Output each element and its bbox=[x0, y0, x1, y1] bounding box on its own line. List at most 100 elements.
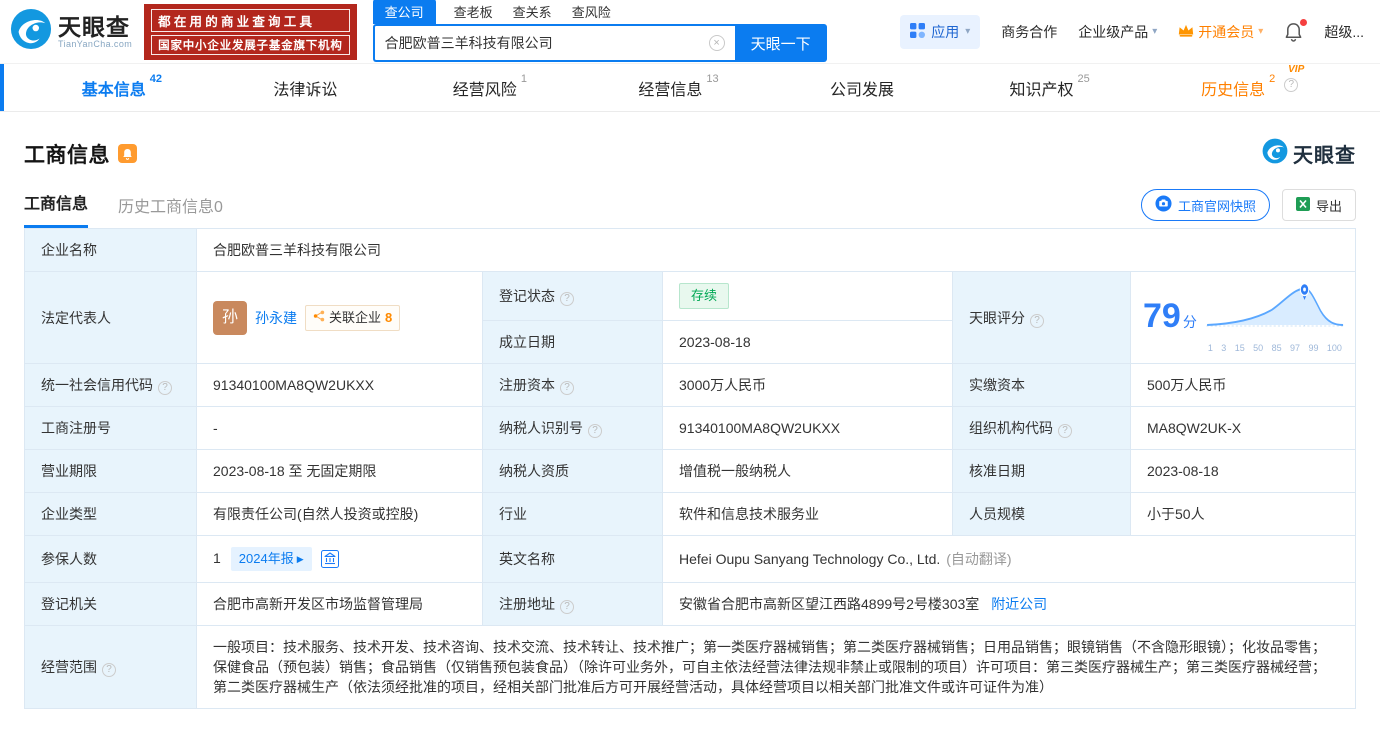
snapshot-button-label: 工商官网快照 bbox=[1178, 196, 1256, 215]
search-tab-risk[interactable]: 查风险 bbox=[570, 0, 613, 24]
tab-label: 基本信息 bbox=[82, 76, 146, 100]
help-icon[interactable]: ? bbox=[560, 292, 574, 306]
social-security-icon[interactable] bbox=[321, 550, 339, 568]
field-value: 3000万人民币 bbox=[663, 364, 953, 407]
search-tab-company[interactable]: 查公司 bbox=[373, 0, 436, 24]
help-icon[interactable]: ? bbox=[1030, 314, 1044, 328]
field-value: Hefei Oupu Sanyang Technology Co., Ltd.(… bbox=[663, 536, 1356, 583]
related-companies-count: 8 bbox=[385, 308, 392, 328]
subtab-business-info[interactable]: 工商信息 bbox=[24, 190, 88, 228]
tab-count: 1 bbox=[521, 73, 527, 85]
business-info-table: 企业名称 合肥欧普三羊科技有限公司 法定代表人 孙 孙永建 bbox=[24, 228, 1356, 709]
tianyancha-logo[interactable]: 天眼查 TianYanCha.com bbox=[10, 8, 132, 55]
tab-intellectual-property[interactable]: 知识产权 25 bbox=[1009, 76, 1089, 100]
field-value: 软件和信息技术服务业 bbox=[663, 493, 953, 536]
vip-badge: VIP bbox=[1288, 64, 1304, 75]
field-value: MA8QW2UK-X bbox=[1131, 407, 1356, 450]
search-button[interactable]: 天眼一下 bbox=[735, 24, 827, 62]
menu-super-vip[interactable]: 超级... bbox=[1324, 22, 1364, 42]
field-label: 天眼评分? bbox=[953, 272, 1131, 364]
help-icon[interactable]: ? bbox=[158, 381, 172, 395]
subscribe-bell-icon[interactable] bbox=[118, 144, 137, 163]
field-value: 91340100MA8QW2UKXX bbox=[197, 364, 483, 407]
chevron-down-icon: ▾ bbox=[1258, 26, 1263, 37]
section-title: 工商信息 bbox=[24, 139, 110, 169]
table-row: 企业名称 合肥欧普三羊科技有限公司 bbox=[25, 229, 1356, 272]
field-value: - bbox=[197, 407, 483, 450]
table-row: 企业类型 有限责任公司(自然人投资或控股) 行业 软件和信息技术服务业 人员规模… bbox=[25, 493, 1356, 536]
field-value: 12024年报▶ bbox=[197, 536, 483, 583]
related-companies-badge[interactable]: 关联企业 8 bbox=[305, 305, 400, 331]
help-icon[interactable]: ? bbox=[1058, 424, 1072, 438]
tab-legal-proceedings[interactable]: 法律诉讼 bbox=[273, 76, 341, 100]
field-label: 英文名称 bbox=[483, 536, 663, 583]
field-label: 纳税人识别号? bbox=[483, 407, 663, 450]
field-value: 2023-08-18 bbox=[1131, 450, 1356, 493]
tab-count: 13 bbox=[706, 73, 718, 85]
help-icon[interactable]: ? bbox=[1284, 78, 1298, 92]
field-label: 行业 bbox=[483, 493, 663, 536]
tab-basic-info[interactable]: 基本信息 42 bbox=[82, 76, 162, 100]
help-icon[interactable]: ? bbox=[102, 663, 116, 677]
score-axis-labels: 131550859799100 bbox=[1205, 338, 1345, 358]
export-button[interactable]: 导出 bbox=[1282, 189, 1356, 221]
tab-operating-info[interactable]: 经营信息 13 bbox=[638, 76, 718, 100]
table-row: 工商注册号 - 纳税人识别号? 91340100MA8QW2UKXX 组织机构代… bbox=[25, 407, 1356, 450]
field-value: 2023-08-18 bbox=[663, 321, 953, 364]
avatar[interactable]: 孙 bbox=[213, 301, 247, 335]
table-row: 登记机关 合肥市高新开发区市场监督管理局 注册地址? 安徽省合肥市高新区望江西路… bbox=[25, 583, 1356, 626]
field-label: 经营范围? bbox=[25, 626, 197, 709]
chevron-down-icon: ▾ bbox=[1152, 26, 1157, 37]
legal-rep-cell: 孙 孙永建 关联企业 8 bbox=[197, 272, 483, 364]
field-value: 增值税一般纳税人 bbox=[663, 450, 953, 493]
tab-operating-risk[interactable]: 经营风险 1 bbox=[453, 76, 527, 100]
field-label: 核准日期 bbox=[953, 450, 1131, 493]
help-icon[interactable]: ? bbox=[560, 600, 574, 614]
tianyancha-logo-icon bbox=[10, 8, 52, 55]
field-label: 注册地址? bbox=[483, 583, 663, 626]
section-actions: 工商官网快照 导出 bbox=[1141, 189, 1356, 228]
tab-label: 公司发展 bbox=[830, 76, 894, 100]
tianyancha-logo-icon bbox=[1262, 138, 1288, 169]
tab-count: 2 bbox=[1269, 73, 1275, 85]
search-tab-boss[interactable]: 查老板 bbox=[452, 0, 495, 24]
crown-icon bbox=[1178, 24, 1194, 40]
slogan-line-2: 国家中小企业发展子基金旗下机构 bbox=[151, 35, 350, 55]
nearby-companies-link[interactable]: 附近公司 bbox=[991, 596, 1047, 612]
tab-label: 法律诉讼 bbox=[273, 76, 337, 100]
annual-report-badge[interactable]: 2024年报▶ bbox=[231, 547, 312, 571]
table-row: 营业期限 2023-08-18 至 无固定期限 纳税人资质 增值税一般纳税人 核… bbox=[25, 450, 1356, 493]
subtab-history-business-info[interactable]: 历史工商信息0 bbox=[118, 193, 223, 228]
legal-rep-link[interactable]: 孙永建 bbox=[255, 308, 297, 328]
top-menu: 应用 ▾ 商务合作 企业级产品 ▾ 开通会员 ▾ 超级... bbox=[900, 15, 1364, 49]
tab-history-info[interactable]: VIP 历史信息 2 ? bbox=[1201, 76, 1298, 100]
apps-menu-button[interactable]: 应用 ▾ bbox=[900, 15, 980, 49]
menu-enterprise-label: 企业级产品 bbox=[1078, 22, 1148, 42]
field-label: 参保人数 bbox=[25, 536, 197, 583]
notification-bell-icon[interactable] bbox=[1284, 22, 1303, 42]
search-tabs: 查公司 查老板 查关系 查风险 bbox=[373, 1, 827, 24]
field-label: 组织机构代码? bbox=[953, 407, 1131, 450]
main-content: 工商信息 天眼查 工商信息 历史工商信息0 bbox=[0, 138, 1380, 709]
field-value: 91340100MA8QW2UKXX bbox=[663, 407, 953, 450]
search-input[interactable] bbox=[373, 24, 735, 62]
menu-enterprise-products[interactable]: 企业级产品 ▾ bbox=[1078, 22, 1157, 42]
field-value: 2023-08-18 至 无固定期限 bbox=[197, 450, 483, 493]
field-value: 合肥欧普三羊科技有限公司 bbox=[197, 229, 1356, 272]
table-row: 法定代表人 孙 孙永建 关联企业 bbox=[25, 272, 1356, 321]
help-icon[interactable]: ? bbox=[588, 424, 602, 438]
clear-search-icon[interactable]: × bbox=[709, 35, 725, 51]
help-icon[interactable]: ? bbox=[560, 381, 574, 395]
field-label: 人员规模 bbox=[953, 493, 1131, 536]
section-header: 工商信息 天眼查 bbox=[24, 138, 1356, 169]
menu-business-cooperation[interactable]: 商务合作 bbox=[1001, 22, 1057, 42]
tab-company-development[interactable]: 公司发展 bbox=[830, 76, 898, 100]
search-tab-relation[interactable]: 查关系 bbox=[511, 0, 554, 24]
field-label: 成立日期 bbox=[483, 321, 663, 364]
menu-open-membership[interactable]: 开通会员 ▾ bbox=[1178, 22, 1263, 42]
apps-menu-label: 应用 bbox=[931, 22, 959, 42]
search-area: 查公司 查老板 查关系 查风险 × 天眼一下 bbox=[373, 1, 827, 62]
official-snapshot-button[interactable]: 工商官网快照 bbox=[1141, 189, 1270, 221]
nav-active-indicator bbox=[0, 64, 4, 111]
field-label: 实缴资本 bbox=[953, 364, 1131, 407]
